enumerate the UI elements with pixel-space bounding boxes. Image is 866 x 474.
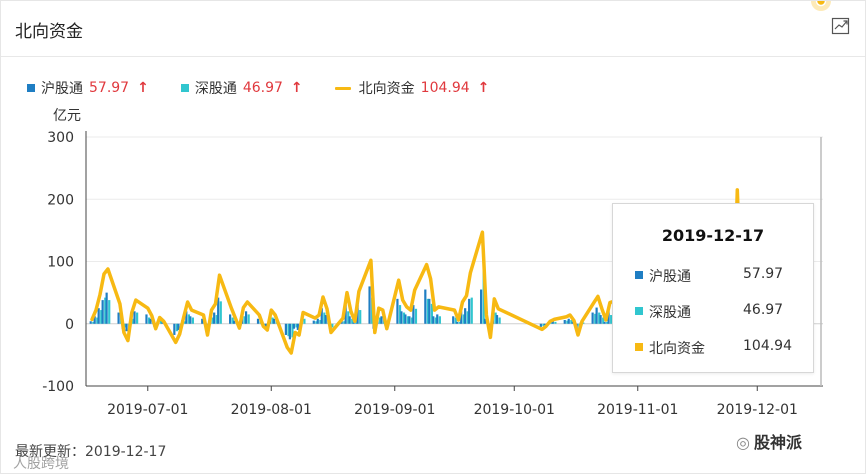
tooltip-row-hgt: 沪股通 57.97 (635, 266, 795, 286)
bar (303, 318, 306, 324)
bar (219, 301, 222, 324)
bar (284, 323, 287, 335)
tooltip-row-sgt: 深股通 46.97 (635, 302, 795, 322)
tooltip-swatch (635, 271, 643, 279)
bar (404, 314, 407, 324)
bar (108, 300, 111, 324)
bar (452, 316, 455, 324)
x-tick-label: 2019-12-01 (717, 402, 798, 418)
bar (468, 298, 471, 324)
tooltip-label: 深股通 (649, 305, 691, 321)
bar (101, 300, 104, 324)
last-updated-date: 2019-12-17 (85, 444, 167, 460)
bar (428, 298, 431, 324)
bar (173, 323, 176, 335)
bar (414, 308, 418, 324)
bar (396, 298, 399, 324)
bar (272, 318, 276, 324)
hover-point (815, 1, 827, 7)
bar (380, 316, 383, 324)
bar (432, 316, 435, 324)
tooltip-value: 57.97 (743, 266, 784, 282)
chart-tooltip: 2019-12-17 沪股通 57.97 深股通 46.97 北向资金 104.… (612, 203, 814, 373)
tooltip-date: 2019-12-17 (661, 226, 765, 245)
watermark-right-text: 股神派 (753, 433, 802, 452)
bar (247, 314, 250, 324)
tooltip-row-northbound: 北向资金 104.94 (635, 338, 795, 358)
bar (292, 323, 295, 329)
bar (400, 311, 403, 324)
tooltip-swatch (635, 307, 643, 315)
bar (408, 316, 411, 324)
bar (89, 321, 92, 324)
bar (136, 312, 139, 324)
x-tick-label: 2019-07-01 (107, 402, 188, 418)
bar (348, 316, 351, 324)
x-tick-label: 2019-09-01 (354, 402, 435, 418)
bar (359, 310, 362, 324)
bar (595, 307, 598, 324)
wechat-icon: ◎ (736, 433, 750, 452)
y-tick-label: 300 (47, 130, 74, 146)
bar (479, 289, 483, 324)
bar (591, 312, 594, 324)
x-tick-label: 2019-11-01 (597, 402, 678, 418)
bar (456, 321, 459, 324)
bar (312, 320, 315, 324)
bar (288, 323, 291, 340)
tooltip-label: 沪股通 (649, 269, 691, 285)
bar (125, 323, 128, 332)
tooltip-value: 46.97 (743, 302, 784, 318)
bar (229, 314, 232, 324)
northbound-capital-panel: 北向资金 沪股通 57.97 ↑ 深股通 46.97 ↑ 北向资金 104.94… (0, 0, 866, 474)
watermark-right: ◎ 股神派 (736, 429, 802, 453)
y-tick-label: 0 (65, 317, 74, 333)
y-tick-label: -100 (42, 379, 74, 395)
bar (145, 314, 148, 324)
bar (244, 311, 248, 324)
bar (424, 289, 427, 324)
y-tick-label: 200 (47, 192, 74, 208)
bar (213, 312, 216, 324)
bar (191, 317, 194, 324)
tooltip-swatch (635, 343, 643, 351)
x-tick-label: 2019-10-01 (474, 402, 555, 418)
bar (554, 321, 557, 324)
tooltip-value: 104.94 (743, 338, 792, 354)
bar (256, 318, 260, 324)
bar (563, 320, 566, 324)
bar (464, 308, 467, 324)
bar (436, 314, 439, 324)
bar (603, 321, 606, 324)
tooltip-label: 北向资金 (649, 341, 705, 357)
bar (117, 312, 120, 324)
bar (189, 316, 192, 324)
bar (133, 311, 136, 324)
bar (567, 318, 570, 324)
bar (495, 315, 499, 324)
bar (599, 315, 602, 324)
y-tick-label: 100 (47, 255, 74, 271)
watermark-left: 人股跨境 (13, 456, 69, 472)
bar (539, 323, 542, 327)
bar (97, 308, 100, 324)
bar (470, 297, 473, 324)
bar (368, 286, 371, 324)
x-tick-label: 2019-08-01 (231, 402, 312, 418)
bar (316, 318, 319, 324)
bar (438, 316, 441, 324)
bar (498, 317, 501, 324)
bar (105, 292, 108, 324)
